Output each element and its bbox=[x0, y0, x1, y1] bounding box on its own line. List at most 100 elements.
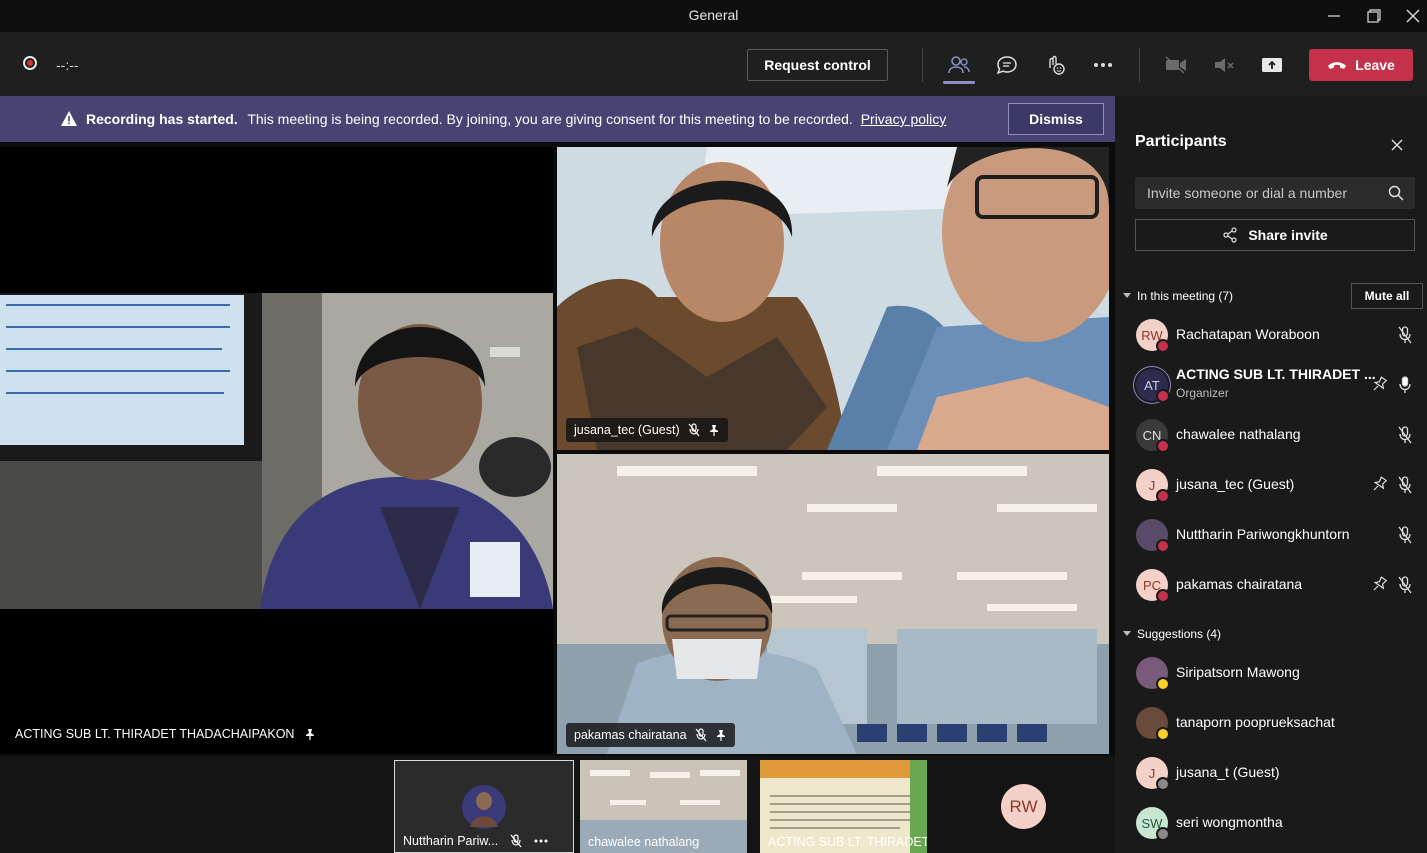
minimize-icon[interactable] bbox=[1319, 4, 1349, 28]
participant-row[interactable]: Jjusana_t (Guest) bbox=[1115, 748, 1427, 798]
close-icon[interactable] bbox=[1388, 136, 1406, 154]
avatar: SW bbox=[1136, 807, 1170, 841]
presence-status-icon bbox=[1156, 677, 1170, 691]
name-tag-pakamas: pakamas chairatana bbox=[566, 723, 735, 747]
pin-icon bbox=[716, 730, 725, 741]
pin-icon[interactable] bbox=[1371, 476, 1389, 494]
thumb-name: chawalee nathalang bbox=[588, 835, 700, 849]
main-tile-name: ACTING SUB LT. THIRADET THADACHAIPAKON bbox=[15, 727, 316, 741]
more-options-icon[interactable] bbox=[534, 839, 548, 843]
restore-icon[interactable] bbox=[1359, 4, 1389, 28]
camera-off-icon[interactable] bbox=[1160, 49, 1192, 81]
participant-role: Organizer bbox=[1176, 386, 1229, 400]
in-meeting-section-toggle[interactable]: In this meeting (7) bbox=[1123, 289, 1233, 303]
participant-row[interactable]: CN chawalee nathalang bbox=[1115, 410, 1427, 460]
privacy-policy-link[interactable]: Privacy policy bbox=[861, 111, 947, 127]
participant-row[interactable]: tanaporn pooprueksachat bbox=[1115, 698, 1427, 748]
more-options-icon[interactable] bbox=[1087, 49, 1119, 81]
recording-banner: Recording has started. This meeting is b… bbox=[0, 96, 1115, 142]
thumb-name: Nuttharin Pariw... bbox=[403, 834, 499, 848]
banner-message: This meeting is being recorded. By joini… bbox=[247, 111, 853, 127]
main-tile-name-text: ACTING SUB LT. THIRADET THADACHAIPAKON bbox=[15, 727, 295, 741]
video-tile-pakamas[interactable]: pakamas chairatana bbox=[557, 454, 1109, 754]
presence-status-icon bbox=[1156, 589, 1170, 603]
share-invite-button[interactable]: Share invite bbox=[1135, 219, 1415, 251]
mic-muted-icon[interactable] bbox=[1398, 526, 1416, 544]
reactions-icon[interactable] bbox=[1039, 49, 1071, 81]
suggestions-label: Suggestions (4) bbox=[1137, 627, 1222, 641]
dismiss-button[interactable]: Dismiss bbox=[1008, 103, 1104, 135]
participant-row[interactable]: PC pakamas chairatana bbox=[1115, 560, 1427, 610]
presence-status-icon bbox=[1156, 339, 1170, 353]
participant-row[interactable]: SW seri wongmontha bbox=[1115, 798, 1427, 848]
mute-all-button[interactable]: Mute all bbox=[1351, 283, 1423, 309]
participant-name: jusana_t (Guest) bbox=[1176, 764, 1280, 780]
thumb-avatar-rw[interactable]: RW bbox=[1001, 784, 1046, 829]
mic-muted-icon[interactable] bbox=[1398, 576, 1416, 594]
video-tile-jusana[interactable]: jusana_tec (Guest) bbox=[557, 147, 1109, 450]
avatar bbox=[1136, 707, 1170, 741]
share-invite-label: Share invite bbox=[1248, 227, 1328, 243]
pin-icon[interactable] bbox=[1371, 376, 1389, 394]
presence-status-icon bbox=[1156, 539, 1170, 553]
window-title: General bbox=[688, 7, 739, 23]
participant-row[interactable]: RW Rachatapan Woraboon bbox=[1115, 310, 1427, 360]
panel-title: Participants bbox=[1135, 133, 1227, 150]
participant-row[interactable]: Jjusana_tec (Guest) bbox=[1115, 460, 1427, 510]
mic-muted-icon[interactable] bbox=[1398, 426, 1416, 444]
video-feed bbox=[0, 293, 553, 609]
avatar bbox=[1136, 519, 1170, 553]
participant-row[interactable]: Siripatsorn Mawong bbox=[1115, 648, 1427, 698]
thumb-nuttharin[interactable]: Nuttharin Pariw... bbox=[394, 760, 574, 853]
suggestions-section-toggle[interactable]: Suggestions (4) bbox=[1123, 627, 1221, 641]
request-control-button[interactable]: Request control bbox=[747, 49, 888, 81]
tile-name-text: jusana_tec (Guest) bbox=[574, 423, 680, 437]
toolbar-divider bbox=[1139, 48, 1140, 82]
participants-icon[interactable] bbox=[943, 49, 975, 81]
thumb-chawalee[interactable]: chawalee nathalang bbox=[580, 760, 747, 853]
presence-status-icon bbox=[1156, 727, 1170, 741]
thumb-thiradet[interactable]: ACTING SUB LT. THIRADET... bbox=[760, 760, 927, 853]
presence-status-icon bbox=[1156, 827, 1170, 841]
mic-muted-icon[interactable] bbox=[1398, 326, 1416, 344]
toolbar-divider bbox=[922, 48, 923, 82]
share-screen-icon[interactable] bbox=[1256, 49, 1288, 81]
recording-icon bbox=[23, 56, 37, 70]
mic-muted-icon[interactable] bbox=[1398, 476, 1416, 494]
chat-icon[interactable] bbox=[991, 49, 1023, 81]
mic-muted-icon bbox=[688, 423, 700, 437]
in-meeting-label: In this meeting (7) bbox=[1137, 289, 1234, 303]
meeting-toolbar: --:-- Request control Leave bbox=[0, 32, 1427, 97]
thumb-name: ACTING SUB LT. THIRADET... bbox=[768, 835, 927, 849]
participant-name: Rachatapan Woraboon bbox=[1176, 326, 1320, 342]
participant-name: Siripatsorn Mawong bbox=[1176, 664, 1300, 680]
participant-row[interactable]: Nuttharin Pariwongkhuntorn bbox=[1115, 510, 1427, 560]
avatar-initials: J bbox=[1148, 765, 1156, 781]
participants-panel: Participants Share invite In this meetin… bbox=[1115, 96, 1427, 853]
pin-icon[interactable] bbox=[1371, 576, 1389, 594]
thumb-label-row: Nuttharin Pariw... bbox=[403, 834, 548, 848]
avatar: CN bbox=[1136, 419, 1170, 453]
speaker-off-icon[interactable] bbox=[1208, 49, 1240, 81]
participant-name: seri wongmontha bbox=[1176, 814, 1283, 830]
participant-row[interactable]: AT ACTING SUB LT. THIRADET ... Organizer bbox=[1115, 360, 1427, 410]
presence-status-icon bbox=[1156, 777, 1170, 791]
avatar-initials: J bbox=[1148, 477, 1156, 493]
avatar: AT bbox=[1136, 369, 1170, 403]
tile-name-text: pakamas chairatana bbox=[574, 728, 687, 742]
chevron-down-icon bbox=[1123, 293, 1131, 298]
close-window-icon[interactable] bbox=[1398, 4, 1427, 28]
participant-name: jusana_tec (Guest) bbox=[1176, 476, 1295, 492]
participant-name: tanaporn pooprueksachat bbox=[1176, 714, 1335, 730]
share-icon bbox=[1223, 227, 1237, 243]
search-icon[interactable] bbox=[1388, 185, 1404, 201]
avatar: J bbox=[1136, 757, 1170, 791]
participant-name: chawalee nathalang bbox=[1176, 426, 1301, 442]
invite-search-input[interactable] bbox=[1135, 177, 1415, 209]
video-tile-main[interactable]: ACTING SUB LT. THIRADET THADACHAIPAKON bbox=[0, 147, 553, 754]
mic-icon[interactable] bbox=[1398, 376, 1416, 394]
avatar: PC bbox=[1136, 569, 1170, 603]
leave-button[interactable]: Leave bbox=[1309, 49, 1413, 81]
participant-name: pakamas chairatana bbox=[1176, 576, 1303, 592]
pin-icon bbox=[709, 425, 718, 436]
